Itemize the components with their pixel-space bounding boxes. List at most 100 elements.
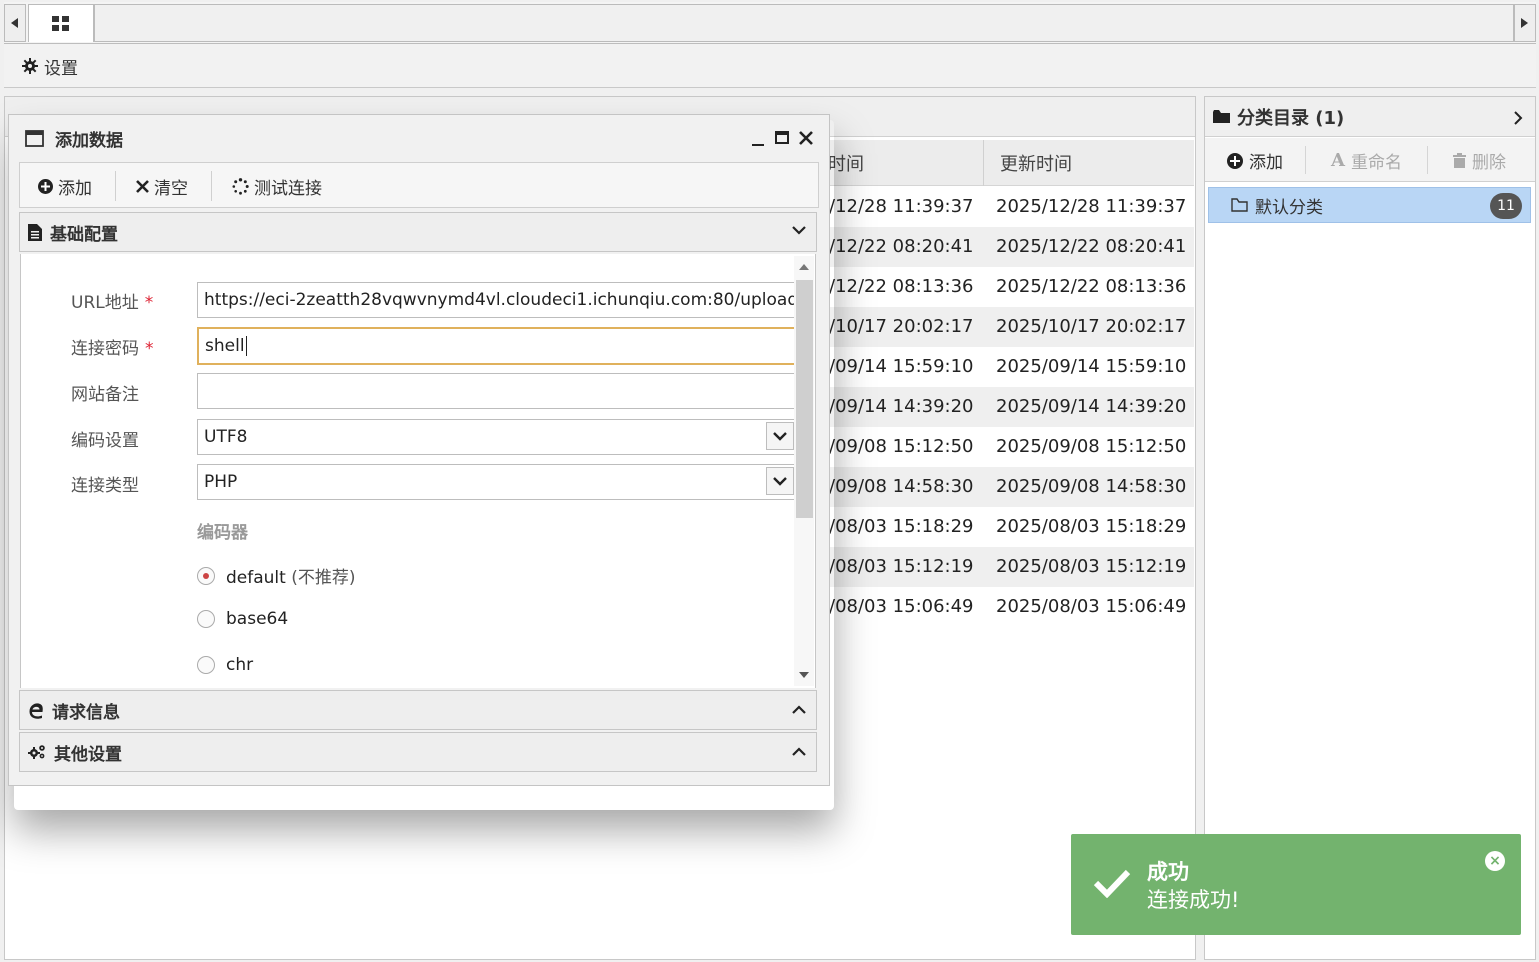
type-label: 连接类型	[71, 476, 139, 496]
dialog-toolbar: 添加 清空 测试连接	[19, 162, 819, 208]
clear-button-label: 清空	[154, 179, 188, 199]
radio-unchecked[interactable]	[197, 610, 215, 628]
category-delete-button[interactable]: 删除	[1453, 148, 1506, 173]
table-row[interactable]: /09/08 15:12:50 2025/09/08 15:12:50	[820, 427, 1194, 467]
basic-config-form: URL地址 * https://eci-2zeatth28vqwvnymd4vl.…	[20, 254, 816, 688]
table-row[interactable]: /08/03 15:18:29 2025/08/03 15:18:29	[820, 507, 1194, 547]
gear-icon	[22, 58, 38, 74]
url-input[interactable]: https://eci-2zeatth28vqwvnymd4vl.cloudec…	[197, 282, 797, 318]
cell-created-time: /08/03 15:18:29	[829, 516, 974, 537]
cell-created-time: /09/08 15:12:50	[829, 436, 974, 457]
cell-updated-time: 2025/09/14 15:59:10	[996, 356, 1187, 377]
minimize-icon[interactable]	[752, 139, 764, 147]
cell-created-time: /10/17 20:02:17	[829, 316, 974, 337]
table-row[interactable]: /10/17 20:02:17 2025/10/17 20:02:17	[820, 307, 1194, 347]
dialog-titlebar[interactable]: 添加数据	[9, 115, 829, 161]
count-badge: 11	[1490, 193, 1522, 219]
table-row[interactable]: /12/22 08:20:41 2025/12/22 08:20:41	[820, 227, 1194, 267]
table-row[interactable]: /08/03 15:12:19 2025/08/03 15:12:19	[820, 547, 1194, 587]
check-icon	[1093, 869, 1131, 898]
toolbar-divider	[211, 171, 212, 201]
category-delete-label: 删除	[1472, 153, 1506, 173]
cell-created-time: /09/14 15:59:10	[829, 356, 974, 377]
tab-home[interactable]	[28, 4, 94, 42]
tab-scroll-right-button[interactable]	[1514, 4, 1536, 42]
cell-updated-time: 2025/08/03 15:18:29	[996, 516, 1187, 537]
url-label: URL地址 *	[71, 293, 154, 313]
toast-message: 连接成功!	[1147, 888, 1240, 912]
encoding-dropdown-button[interactable]	[766, 422, 794, 450]
cell-created-time: /12/22 08:13:36	[829, 276, 974, 297]
password-input[interactable]: shell	[197, 327, 797, 365]
cell-updated-time: 2025/12/22 08:20:41	[996, 236, 1187, 257]
encoder-label: 编码器	[197, 523, 248, 543]
cell-updated-time: 2025/12/28 11:39:37	[996, 196, 1187, 217]
section-other-settings[interactable]: 其他设置	[19, 732, 817, 772]
scrollbar-thumb[interactable]	[796, 280, 813, 518]
type-dropdown-button[interactable]	[766, 467, 794, 495]
column-header-updated[interactable]: 更新时间	[1000, 140, 1072, 186]
add-button[interactable]: 添加	[38, 174, 92, 199]
category-item-default[interactable]: 默认分类 11	[1208, 187, 1531, 223]
triangle-left-icon	[11, 18, 18, 28]
table-row[interactable]: /12/28 11:39:37 2025/12/28 11:39:37	[820, 187, 1194, 227]
encoding-select[interactable]: UTF8	[197, 419, 797, 455]
table-row[interactable]: /09/08 14:58:30 2025/09/08 14:58:30	[820, 467, 1194, 507]
category-add-button[interactable]: 添加	[1227, 148, 1283, 173]
triangle-right-icon	[1521, 18, 1528, 28]
folder-icon	[1213, 109, 1230, 123]
encoder-chr-label: chr	[226, 655, 254, 675]
table-header: 时间 更新时间	[820, 140, 1194, 186]
cell-updated-time: 2025/08/03 15:12:19	[996, 556, 1187, 577]
table-row[interactable]: /09/14 15:59:10 2025/09/14 15:59:10	[820, 347, 1194, 387]
plus-circle-icon	[38, 179, 53, 194]
edge-icon	[29, 702, 43, 719]
table-row[interactable]: /12/22 08:13:36 2025/12/22 08:13:36	[820, 267, 1194, 307]
section-request-title: 请求信息	[52, 702, 120, 723]
scroll-up-icon[interactable]	[799, 264, 809, 271]
window-icon	[25, 129, 44, 147]
chevron-down-icon	[773, 476, 787, 486]
category-panel	[1204, 96, 1536, 960]
clear-button[interactable]: 清空	[136, 174, 188, 199]
test-connection-button[interactable]: 测试连接	[232, 174, 322, 199]
radio-checked[interactable]	[197, 566, 215, 585]
chevron-down-icon	[773, 431, 787, 441]
cell-created-time: /09/14 14:39:20	[829, 396, 974, 417]
encoder-radio-base64[interactable]: base64	[197, 609, 288, 629]
times-icon	[136, 180, 149, 193]
scroll-down-icon[interactable]	[799, 672, 809, 679]
column-header-created[interactable]: 时间	[828, 140, 984, 186]
test-connection-label: 测试连接	[254, 179, 322, 199]
file-text-icon	[28, 223, 42, 241]
success-toast: 成功 连接成功! ×	[1071, 834, 1521, 935]
radio-unchecked[interactable]	[197, 656, 215, 674]
settings-label: 设置	[44, 58, 78, 79]
table-row[interactable]: /08/03 15:06:49 2025/08/03 15:06:49	[820, 587, 1194, 627]
note-input[interactable]	[197, 373, 797, 409]
type-value: PHP	[204, 472, 238, 492]
cell-updated-time: 2025/09/14 14:39:20	[996, 396, 1187, 417]
settings-button[interactable]: 设置	[22, 54, 78, 79]
cell-updated-time: 2025/10/17 20:02:17	[996, 316, 1187, 337]
maximize-icon[interactable]	[775, 131, 789, 144]
note-label: 网站备注	[71, 385, 139, 405]
category-rename-button[interactable]: A 重命名	[1331, 148, 1402, 173]
chevron-up-icon	[792, 747, 806, 756]
section-basic-config[interactable]: 基础配置	[19, 212, 817, 252]
gears-icon	[28, 745, 45, 759]
table-row[interactable]: /09/14 14:39:20 2025/09/14 14:39:20	[820, 387, 1194, 427]
folder-open-icon	[1231, 198, 1248, 212]
section-other-title: 其他设置	[54, 744, 122, 765]
close-icon[interactable]	[799, 131, 813, 145]
section-request-info[interactable]: 请求信息	[19, 690, 817, 730]
toast-close-button[interactable]: ×	[1485, 851, 1505, 871]
encoder-radio-default[interactable]: default (不推荐)	[197, 563, 356, 588]
tab-scroll-left-button[interactable]	[4, 4, 26, 42]
encoder-radio-chr[interactable]: chr	[197, 655, 253, 675]
type-select[interactable]: PHP	[197, 464, 797, 500]
cell-created-time: /12/28 11:39:37	[829, 196, 974, 217]
toolbar-divider	[1305, 146, 1306, 174]
toast-title: 成功	[1147, 860, 1189, 884]
chevron-right-icon[interactable]	[1514, 111, 1523, 125]
